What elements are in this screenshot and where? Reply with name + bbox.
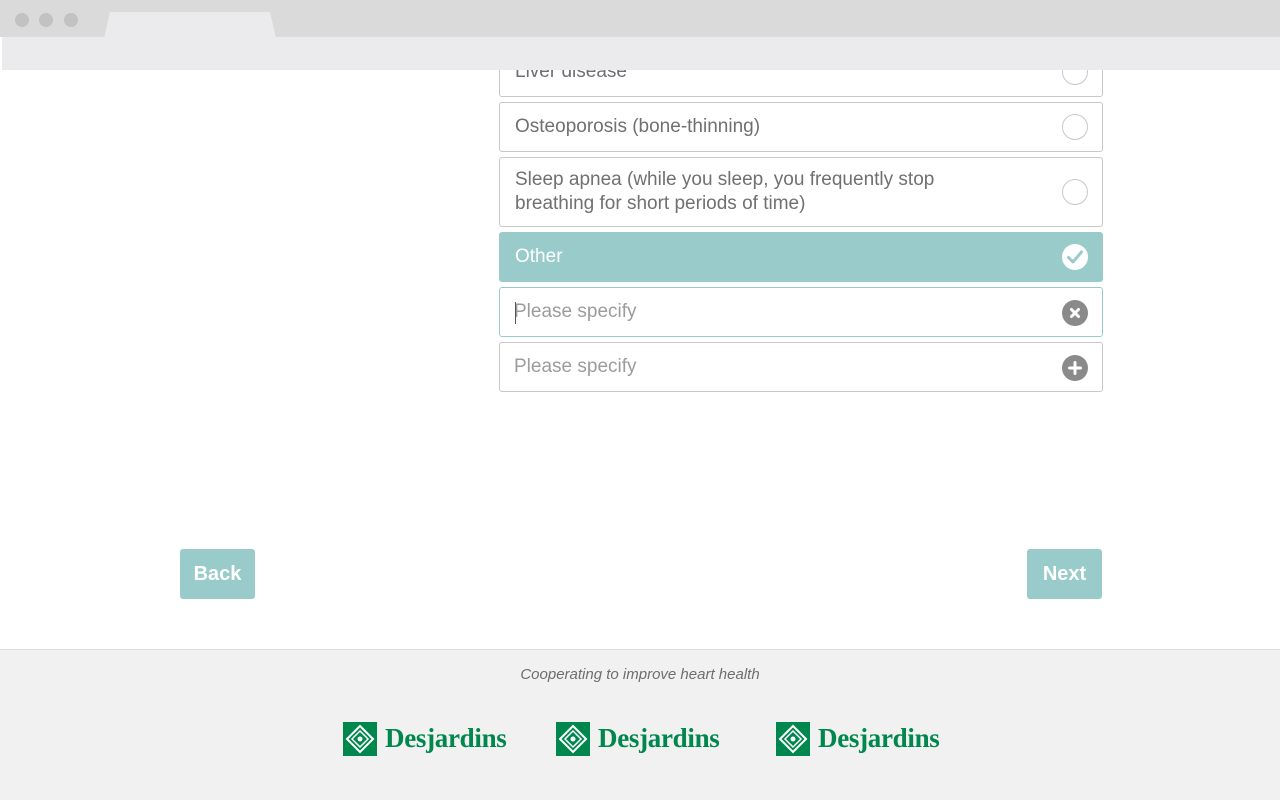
option-liver-disease[interactable]: Liver disease <box>499 70 1103 97</box>
option-osteoporosis[interactable]: Osteoporosis (bone-thinning) <box>499 102 1103 152</box>
browser-toolbar <box>2 37 1280 70</box>
specify-field-2 <box>499 342 1103 392</box>
next-button[interactable]: Next <box>1027 549 1102 599</box>
footer-tagline: Cooperating to improve heart health <box>520 666 760 683</box>
desjardins-logo[interactable]: Desjardins <box>556 721 720 756</box>
option-label: Osteoporosis (bone-thinning) <box>515 116 761 137</box>
desjardins-logo[interactable]: Desjardins <box>776 721 940 756</box>
text-cursor <box>515 302 516 324</box>
desjardins-emblem-icon <box>776 721 810 756</box>
specify-input-1[interactable] <box>514 288 1044 336</box>
radio-circle-icon <box>1062 70 1088 85</box>
clear-icon[interactable] <box>1062 300 1088 326</box>
option-other[interactable]: Other <box>499 232 1103 282</box>
checkmark-icon <box>1062 244 1088 270</box>
option-label: Sleep apnea (while you sleep, you freque… <box>515 169 935 214</box>
option-label: Liver disease <box>515 70 627 82</box>
logo-wordmark: Desjardins <box>385 723 507 753</box>
desjardins-emblem-icon <box>343 721 377 756</box>
radio-circle-icon <box>1062 179 1088 205</box>
desjardins-emblem-icon <box>556 721 590 756</box>
logo-wordmark: Desjardins <box>598 723 720 753</box>
browser-titlebar <box>0 0 1280 38</box>
option-label: Other <box>515 246 563 267</box>
window-maximize-dot[interactable] <box>64 13 78 27</box>
add-icon[interactable] <box>1062 355 1088 381</box>
condition-options: Liver disease Osteoporosis (bone-thinnin… <box>499 70 1103 397</box>
specify-input-2[interactable] <box>514 343 1044 391</box>
window-minimize-dot[interactable] <box>39 13 53 27</box>
questionnaire-content: Liver disease Osteoporosis (bone-thinnin… <box>0 70 1280 649</box>
browser-tab[interactable] <box>104 12 276 38</box>
logo-wordmark: Desjardins <box>818 723 940 753</box>
back-button[interactable]: Back <box>180 549 255 599</box>
radio-circle-icon <box>1062 114 1088 140</box>
specify-field-1 <box>499 287 1103 337</box>
window-close-dot[interactable] <box>15 13 29 27</box>
desjardins-logo[interactable]: Desjardins <box>343 721 507 756</box>
option-sleep-apnea[interactable]: Sleep apnea (while you sleep, you freque… <box>499 157 1103 227</box>
footer: Cooperating to improve heart health Desj… <box>0 649 1280 800</box>
